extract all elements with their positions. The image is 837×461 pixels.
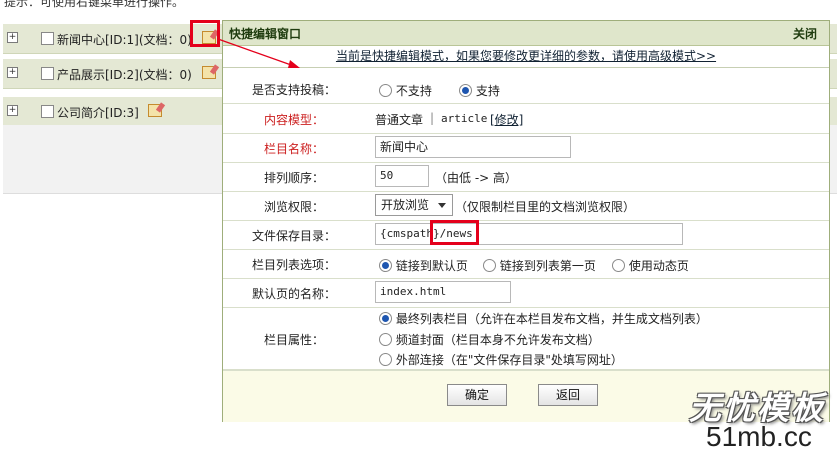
sort-order-hint: （由低 -> 高）	[435, 171, 518, 185]
row-column-property: 栏目属性： 最终列表栏目（允许在本栏目发布文档，并生成文档列表） 频道封面（栏目…	[223, 307, 829, 370]
radio-checked-icon[interactable]	[459, 84, 472, 97]
save-dir-label: 文件保存目录：	[251, 229, 336, 243]
advanced-mode-link[interactable]: 当前是快捷编辑模式，如果您要修改更详细的参数，请使用高级模式>>	[336, 49, 716, 63]
radio-checked-icon[interactable]	[379, 312, 392, 325]
dialog-header: 快捷编辑窗口 关闭	[223, 21, 829, 46]
dialog-title: 快捷编辑窗口	[229, 27, 302, 41]
radio-icon[interactable]	[379, 353, 392, 366]
tree-row-label[interactable]: 新闻中心[ID:1](文档：0)	[57, 31, 192, 48]
browse-permission-select[interactable]: 开放浏览	[375, 194, 453, 216]
row-browse-permission: 浏览权限： 开放浏览 （仅限制栏目里的文档浏览权限）	[223, 191, 829, 221]
radio-icon[interactable]	[379, 333, 392, 346]
row-checkbox[interactable]	[41, 67, 54, 80]
list-options-label: 栏目列表选项：	[251, 258, 336, 272]
list-options-group: 链接到默认页 链接到列表第一页 使用动态页	[375, 249, 829, 278]
edit-icon[interactable]	[202, 66, 216, 79]
content-model-label: 内容模型：	[263, 113, 324, 127]
contribute-option-no-label[interactable]: 不支持	[396, 84, 432, 98]
radio-checked-icon[interactable]	[379, 259, 392, 272]
expand-icon[interactable]: +	[7, 105, 18, 116]
list-option-first-page[interactable]: 链接到列表第一页	[483, 257, 596, 274]
row-contribute: 是否支持投稿： 不支持 支持	[223, 74, 829, 104]
sort-order-input[interactable]: 50	[375, 165, 429, 187]
contribute-option-yes-label[interactable]: 支持	[476, 84, 500, 98]
list-option-dynamic-label[interactable]: 使用动态页	[629, 259, 689, 273]
content-model-code: article	[441, 112, 488, 125]
browse-permission-label: 浏览权限：	[263, 200, 324, 214]
radio-icon[interactable]	[483, 259, 496, 272]
row-list-options: 栏目列表选项： 链接到默认页 链接到列表第一页 使用动态页	[223, 249, 829, 279]
sort-order-field-wrap: 50 （由低 -> 高）	[375, 162, 829, 191]
default-page-label: 默认页的名称：	[251, 287, 336, 301]
column-name-field-wrap: 新闻中心	[375, 133, 829, 162]
property-option-final-list-label[interactable]: 最终列表栏目（允许在本栏目发布文档，并生成文档列表）	[396, 312, 708, 326]
modify-model-link[interactable]: [修改]	[490, 111, 523, 128]
radio-icon[interactable]	[612, 259, 625, 272]
property-option-external-link[interactable]: 外部连接（在"文件保存目录"处填写网址）	[379, 351, 623, 368]
list-option-default-page-label[interactable]: 链接到默认页	[396, 259, 468, 273]
browse-permission-selected[interactable]: 开放浏览	[381, 198, 429, 212]
property-option-channel-cover-label[interactable]: 频道封面（栏目本身不允许发布文档）	[396, 333, 600, 347]
edit-icon[interactable]	[148, 104, 162, 117]
expand-icon[interactable]: +	[7, 32, 18, 43]
column-name-label: 栏目名称：	[263, 142, 324, 156]
contribute-label: 是否支持投稿：	[251, 83, 336, 97]
dialog-close-link[interactable]: 关闭	[793, 25, 817, 42]
content-model-separator: |	[430, 111, 435, 125]
chevron-down-icon[interactable]	[438, 203, 446, 208]
contribute-option-no[interactable]: 不支持	[379, 82, 432, 99]
row-checkbox[interactable]	[41, 32, 54, 45]
property-option-channel-cover[interactable]: 频道封面（栏目本身不允许发布文档）	[379, 331, 600, 348]
contribute-options: 不支持 支持	[375, 74, 829, 103]
sort-order-label: 排列顺序：	[263, 171, 324, 185]
row-checkbox[interactable]	[41, 105, 54, 118]
edit-icon-highlight	[190, 20, 220, 47]
content-model-value: 普通文章	[375, 113, 424, 127]
advanced-mode-notice: 当前是快捷编辑模式，如果您要修改更详细的参数，请使用高级模式>>	[223, 45, 829, 68]
row-column-name: 栏目名称： 新闻中心	[223, 133, 829, 163]
row-content-model: 内容模型： 普通文章 | article [修改]	[223, 104, 829, 134]
row-save-dir: 文件保存目录： {cmspath}/news	[223, 220, 829, 250]
browse-permission-field-wrap: 开放浏览 （仅限制栏目里的文档浏览权限）	[375, 191, 829, 220]
default-page-input[interactable]: index.html	[375, 281, 511, 303]
contribute-option-yes[interactable]: 支持	[459, 82, 500, 99]
back-button[interactable]: 返回	[538, 384, 598, 406]
column-name-input[interactable]: 新闻中心	[375, 136, 571, 158]
property-option-final-list[interactable]: 最终列表栏目（允许在本栏目发布文档，并生成文档列表）	[379, 310, 708, 327]
column-property-group: 最终列表栏目（允许在本栏目发布文档，并生成文档列表） 频道封面（栏目本身不允许发…	[375, 307, 829, 369]
row-sort-order: 排列顺序： 50 （由低 -> 高）	[223, 162, 829, 192]
top-hint-text: 提示：可使用右键菜单进行操作。	[4, 0, 185, 9]
list-option-first-page-label[interactable]: 链接到列表第一页	[500, 259, 596, 273]
save-dir-input[interactable]: {cmspath}/news	[375, 223, 683, 245]
list-option-default-page[interactable]: 链接到默认页	[379, 257, 468, 274]
save-dir-highlight	[430, 220, 479, 245]
content-model-value-group: 普通文章 | article [修改]	[375, 104, 829, 133]
ok-button[interactable]: 确定	[447, 384, 507, 406]
quick-edit-dialog: 快捷编辑窗口 关闭 当前是快捷编辑模式，如果您要修改更详细的参数，请使用高级模式…	[222, 20, 830, 422]
column-property-label: 栏目属性：	[263, 333, 324, 347]
browse-permission-hint: （仅限制栏目里的文档浏览权限）	[455, 200, 636, 214]
list-option-dynamic[interactable]: 使用动态页	[612, 257, 689, 274]
default-page-field-wrap: index.html	[375, 278, 829, 307]
watermark-url-text: 51mb.cc	[706, 421, 812, 452]
property-option-external-link-label[interactable]: 外部连接（在"文件保存目录"处填写网址）	[396, 353, 623, 367]
expand-icon[interactable]: +	[7, 67, 18, 78]
radio-icon[interactable]	[379, 84, 392, 97]
tree-row-label[interactable]: 产品展示[ID:2](文档：0)	[57, 66, 192, 83]
row-default-page: 默认页的名称： index.html	[223, 278, 829, 308]
tree-row-label[interactable]: 公司简介[ID:3]	[57, 104, 139, 121]
